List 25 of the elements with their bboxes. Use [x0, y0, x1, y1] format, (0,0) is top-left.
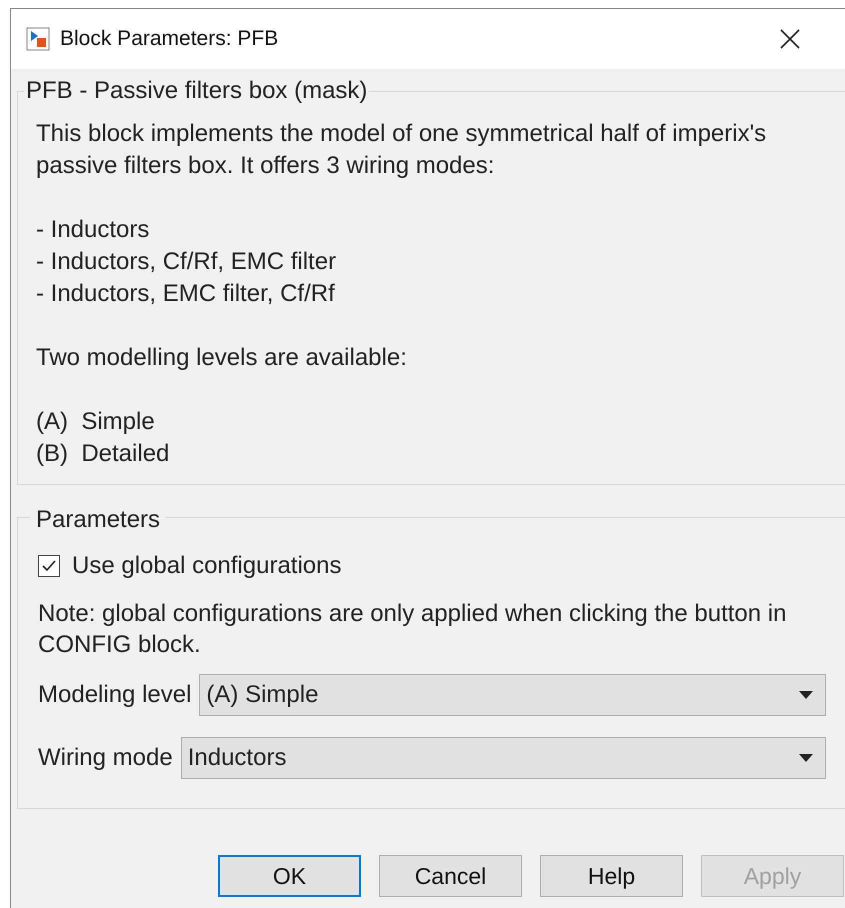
list-item-text: - Inductors, Cf/Rf, EMC filter [36, 247, 338, 277]
dialog-button[interactable]: Help [540, 855, 683, 897]
list-item-text: (A) Simple [36, 407, 156, 437]
dialog-button[interactable]: OK [218, 855, 361, 897]
checkbox[interactable] [38, 555, 60, 577]
caret-icon [799, 754, 813, 762]
checkmark-icon [41, 558, 57, 574]
dropdown[interactable]: Inductors [180, 737, 826, 779]
list-item-text: - Inductors [36, 215, 150, 245]
dropdown-value: Inductors [188, 743, 288, 773]
dialog-button[interactable]: Cancel [379, 855, 522, 897]
levels-text: Two modelling levels are available: [36, 343, 408, 373]
caret-icon [799, 691, 813, 699]
close-icon[interactable] [780, 29, 800, 49]
dropdown[interactable]: (A) Simple [199, 674, 826, 716]
field-label: Modeling level [38, 680, 192, 710]
list-item-text: - Inductors, EMC filter, Cf/Rf [36, 279, 336, 309]
list-item-text: (B) Detailed [36, 439, 170, 469]
checkbox-label: Use global configurations [72, 551, 342, 581]
note-text: Note: global configurations are only applied when clicking the button in CONFIG block. [38, 599, 788, 660]
window-title: Block Parameters: PFB [60, 26, 278, 52]
block-icon [26, 27, 50, 51]
description-text: This block implements the model of one symmetrical half of imperix's passive filters box. It offers 3 wiring modes: [36, 119, 768, 181]
dropdown-value: (A) Simple [206, 680, 320, 710]
field-label: Wiring mode [38, 743, 173, 773]
